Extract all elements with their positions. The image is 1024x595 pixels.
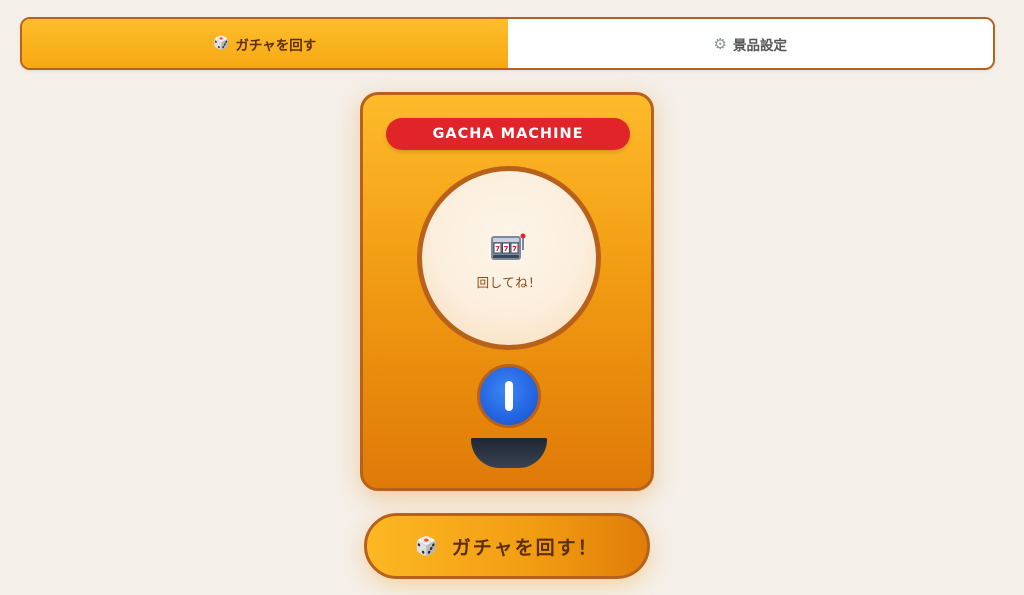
capsule-outlet — [471, 438, 547, 468]
svg-text:7: 7 — [495, 245, 500, 253]
machine-title: GACHA MACHINE — [386, 118, 630, 150]
capsule-globe: 7 7 7 回してね！ — [417, 166, 601, 350]
gacha-knob[interactable] — [477, 364, 541, 428]
slot-machine-icon: 7 7 7 — [491, 233, 526, 260]
dice-icon: 🎲 — [415, 535, 440, 557]
knob-handle — [505, 381, 513, 411]
tab-prize-settings[interactable]: ⚙ 景品設定 — [507, 19, 993, 68]
tab-spin-gacha-label: ガチャを回す — [235, 37, 317, 54]
globe-prompt-text: 回してね！ — [476, 274, 542, 290]
tab-bar: 🎲 ガチャを回す ⚙ 景品設定 — [20, 17, 995, 70]
gear-icon: ⚙ — [713, 34, 727, 53]
spin-gacha-button[interactable]: 🎲 ガチャを回す！ — [364, 513, 650, 579]
svg-text:7: 7 — [512, 245, 517, 253]
tab-prize-settings-label: 景品設定 — [732, 37, 787, 54]
dice-icon: 🎲 — [213, 36, 230, 51]
gacha-machine: GACHA MACHINE 7 7 7 回してね！ — [360, 92, 654, 491]
svg-text:7: 7 — [504, 245, 509, 253]
tab-spin-gacha[interactable]: 🎲 ガチャを回す — [22, 19, 508, 68]
spin-gacha-button-label: ガチャを回す！ — [451, 536, 599, 559]
